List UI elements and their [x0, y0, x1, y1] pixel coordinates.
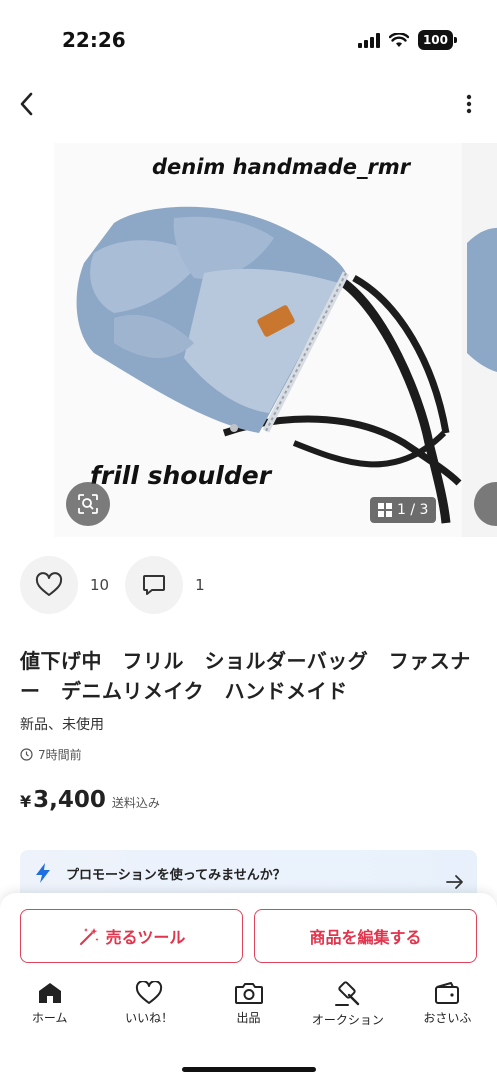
status-bar: 22:26 100 — [0, 0, 497, 72]
wifi-icon — [388, 32, 409, 47]
home-indicator — [182, 1067, 316, 1072]
top-nav — [0, 80, 497, 128]
photo-caption-top: denim handmade_rmr — [152, 155, 411, 179]
comment-icon — [143, 575, 166, 595]
camera-icon — [234, 983, 263, 1004]
edit-item-label: 商品を編集する — [309, 928, 422, 947]
posted-time: 7時間前 — [20, 746, 82, 763]
chevron-left-icon — [20, 92, 33, 116]
price: 3,400 — [33, 787, 106, 813]
tab-auction[interactable]: オークション — [298, 981, 397, 1041]
tab-home-label: ホーム — [31, 1011, 68, 1025]
grid-icon — [378, 503, 392, 517]
heart-icon — [136, 981, 163, 1004]
image-counter: 1 / 3 — [370, 497, 437, 523]
lightning-icon — [36, 863, 50, 883]
heart-icon — [35, 572, 63, 596]
like-count: 10 — [90, 576, 110, 594]
tab-wallet[interactable]: おさいふ — [398, 981, 497, 1041]
bottom-sheet: 売るツール 商品を編集する ホーム いいね！ 出品 オークション おさいふ — [0, 893, 497, 1080]
image-carousel[interactable]: denim handmade_rmr frill shoulder — [0, 143, 497, 537]
arrow-right-icon — [446, 875, 463, 889]
price-currency: ¥ — [20, 792, 32, 811]
tab-wallet-label: おさいふ — [423, 1011, 472, 1025]
status-time: 22:26 — [62, 28, 126, 52]
status-icons: 100 — [357, 30, 458, 50]
shipping-label: 送料込み — [111, 796, 160, 810]
home-icon — [38, 983, 61, 1003]
image-search-icon — [78, 494, 98, 514]
signal-icon — [357, 32, 380, 48]
tab-home[interactable]: ホーム — [0, 981, 99, 1041]
tab-bar: ホーム いいね！ 出品 オークション おさいふ — [0, 981, 497, 1041]
edit-item-button[interactable]: 商品を編集する — [254, 909, 477, 963]
seller-actions: 売るツール 商品を編集する — [20, 909, 477, 963]
magic-wand-icon — [79, 928, 99, 945]
back-button[interactable] — [14, 88, 42, 120]
battery-icon: 100 — [417, 30, 458, 50]
comment-count: 1 — [195, 576, 205, 594]
clock-icon — [20, 748, 33, 761]
image-counter-text: 1 / 3 — [397, 502, 429, 518]
tab-sell-label: 出品 — [236, 1011, 261, 1025]
tab-sell[interactable]: 出品 — [199, 981, 298, 1041]
comment-button[interactable] — [125, 556, 184, 614]
tab-likes-label: いいね！ — [125, 1011, 174, 1025]
like-button[interactable] — [20, 556, 78, 614]
image-search-button[interactable] — [66, 482, 110, 526]
engagement-actions: 10 1 — [20, 556, 221, 614]
sell-tool-label: 売るツール — [105, 928, 186, 947]
posted-time-text: 7時間前 — [38, 748, 82, 762]
tab-likes[interactable]: いいね！ — [99, 981, 198, 1041]
gavel-icon — [334, 981, 360, 1006]
product-photo[interactable]: denim handmade_rmr frill shoulder — [54, 143, 462, 537]
product-title: 値下げ中 フリル ショルダーバッグ ファスナー デニムリメイク ハンドメイド — [20, 649, 471, 703]
sell-tool-button[interactable]: 売るツール — [20, 909, 243, 963]
next-photo-preview[interactable] — [462, 143, 497, 537]
next-photo-illustration — [467, 227, 497, 372]
more-button[interactable] — [461, 90, 477, 118]
tab-auction-label: オークション — [311, 1013, 384, 1027]
price-row: ¥ 3,400 送料込み — [20, 787, 160, 813]
more-vertical-icon — [466, 94, 472, 114]
wallet-icon — [435, 982, 460, 1004]
photo-caption-bottom: frill shoulder — [90, 461, 272, 490]
promotion-text: プロモーションを使ってみませんか？ — [66, 868, 286, 883]
product-condition: 新品、未使用 — [20, 717, 104, 733]
